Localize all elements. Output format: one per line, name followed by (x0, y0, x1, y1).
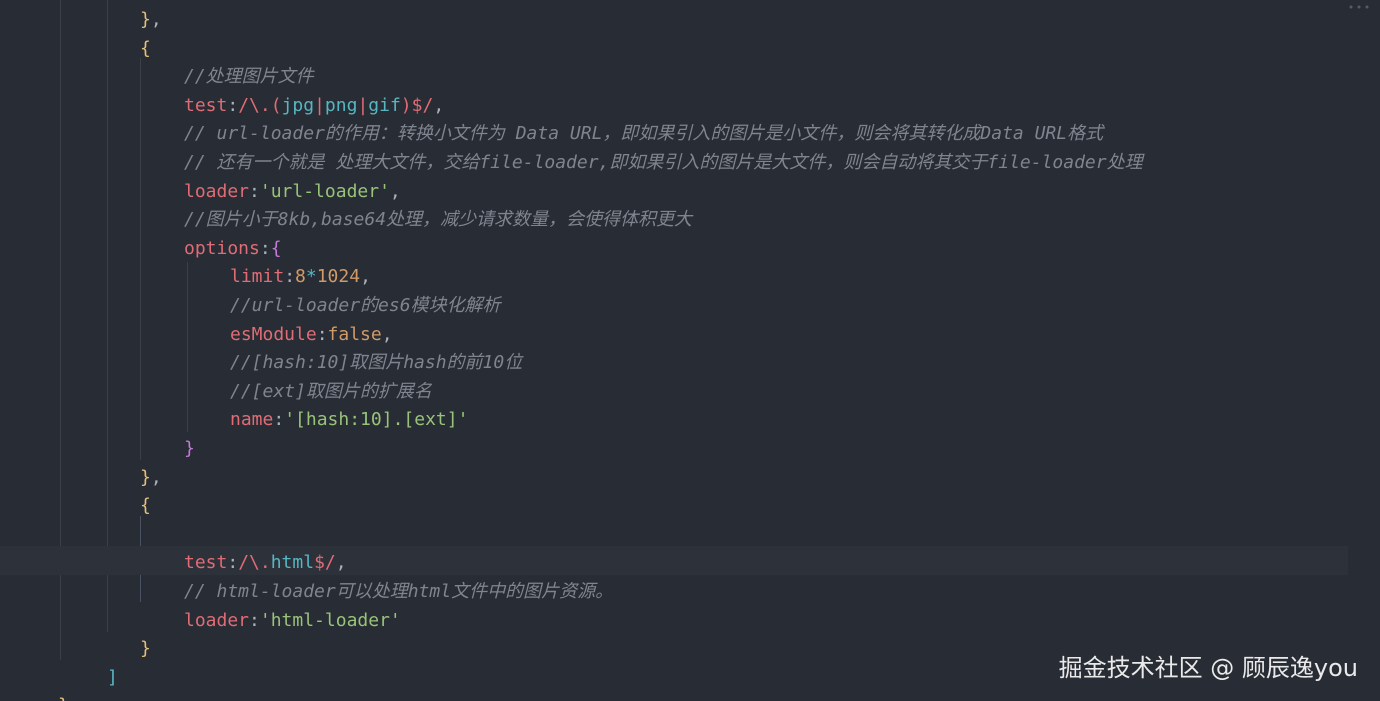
code-token: , (335, 552, 347, 574)
code-token: : (249, 609, 260, 631)
code-token: test (184, 552, 228, 574)
code-line[interactable]: }, (58, 692, 80, 701)
code-token: } (184, 438, 195, 459)
code-line[interactable]: //[ext]取图片的扩展名 (230, 378, 432, 407)
code-token: , (69, 695, 80, 701)
code-line[interactable]: // 还有一个就是 处理大文件，交给file-loader,即如果引入的图片是大… (184, 149, 1143, 178)
code-token: /\.( (238, 94, 282, 116)
indent-guide (107, 0, 108, 632)
code-line[interactable]: // url-loader的作用：转换小文件为 Data URL，即如果引入的图… (184, 120, 1103, 149)
code-line[interactable]: } (184, 435, 195, 464)
code-token: } (140, 9, 151, 30)
code-token: limit (230, 266, 285, 288)
code-token: , (389, 180, 401, 202)
code-line[interactable]: //处理图片文件 (184, 63, 314, 92)
code-token: //[hash:10]取图片hash的前10位 (230, 352, 523, 374)
code-line[interactable]: { (140, 35, 151, 64)
code-token: | (314, 94, 325, 116)
code-token: options (184, 237, 260, 259)
code-line[interactable]: esModule:false, (230, 321, 393, 350)
code-line[interactable]: }, (140, 464, 162, 493)
code-token: { (140, 495, 151, 517)
code-token: loader (184, 609, 250, 631)
code-token: // 还有一个就是 处理大文件，交给file-loader,即如果引入的图片是大… (184, 152, 1143, 173)
code-token: name (230, 409, 274, 431)
code-token: : (227, 552, 239, 574)
indent-guide (140, 58, 141, 460)
code-line[interactable]: //图片小于8kb,base64处理，减少请求数量，会使得体积更大 (184, 206, 692, 235)
code-token: 8 (295, 266, 306, 288)
code-token: //处理图片文件 (184, 66, 314, 88)
code-token: png (324, 94, 358, 116)
code-token: loader (184, 180, 250, 202)
code-line[interactable]: loader:'html-loader' (184, 607, 401, 636)
code-token: 1024 (316, 266, 361, 288)
code-token: esModule (230, 323, 317, 345)
code-token: //[ext]取图片的扩展名 (230, 380, 432, 402)
code-line[interactable]: { (140, 492, 151, 521)
code-line[interactable]: }, (140, 6, 162, 35)
code-token: : (249, 180, 260, 202)
code-token: // url-loader的作用：转换小文件为 Data URL，即如果引入的图… (184, 123, 1104, 145)
code-line[interactable]: options:{ (184, 235, 282, 264)
code-token: html (270, 552, 315, 574)
code-token: , (360, 266, 371, 288)
code-token: '[hash:10].[ext]' (284, 409, 469, 431)
code-token: $/ (314, 552, 336, 574)
code-token: * (305, 266, 317, 288)
code-line[interactable]: test:/\.html$/, (184, 549, 347, 578)
code-token: , (381, 323, 393, 345)
watermark-text: 掘金技术社区 @ 顾辰逸you (1058, 654, 1358, 682)
code-line[interactable]: } (140, 635, 151, 664)
code-token: 'html-loader' (259, 609, 401, 631)
code-line[interactable]: loader:'url-loader', (184, 178, 401, 207)
code-token: )$/ (400, 94, 434, 116)
code-token: : (316, 323, 328, 345)
code-token: //url-loader的es6模块化解析 (230, 295, 501, 316)
code-token: , (150, 466, 162, 488)
code-line[interactable]: name:'[hash:10].[ext]' (230, 406, 468, 435)
code-token: : (273, 409, 285, 431)
code-line[interactable]: test:/\.(jpg|png|gif)$/, (184, 92, 444, 121)
code-line[interactable]: //url-loader的es6模块化解析 (230, 292, 501, 321)
code-token: } (140, 638, 151, 660)
code-line[interactable]: limit:8*1024, (230, 263, 371, 292)
indent-guide (187, 262, 188, 432)
editor-overflow-icon (1349, 5, 1369, 9)
code-line[interactable]: ] (107, 664, 118, 693)
code-editor[interactable]: },{//处理图片文件 test:/\.(jpg|png|gif)$/,// ur… (0, 0, 1380, 701)
code-token: } (140, 466, 151, 488)
code-token: test (184, 94, 228, 116)
code-token: //图片小于8kb,base64处理，减少请求数量，会使得体积更大 (184, 209, 693, 231)
code-token: false (327, 323, 382, 345)
code-token: : (227, 94, 239, 116)
code-token: // html-loader可以处理html文件中的图片资源。 (184, 581, 614, 602)
code-token: 'url-loader' (259, 180, 390, 202)
code-token: | (357, 94, 369, 116)
code-line[interactable]: //[hash:10]取图片hash的前10位 (230, 349, 522, 378)
code-token: { (270, 237, 282, 259)
code-token: { (140, 37, 151, 59)
code-token: } (58, 695, 69, 701)
code-token: jpg (281, 94, 315, 116)
code-token: : (284, 266, 296, 288)
code-token: ] (107, 666, 118, 688)
code-token: gif (368, 94, 401, 116)
code-token: , (433, 94, 445, 116)
code-line[interactable]: // html-loader可以处理html文件中的图片资源。 (184, 578, 613, 607)
code-token: , (150, 9, 162, 30)
code-token: /\. (238, 552, 271, 574)
code-token: : (259, 237, 271, 259)
